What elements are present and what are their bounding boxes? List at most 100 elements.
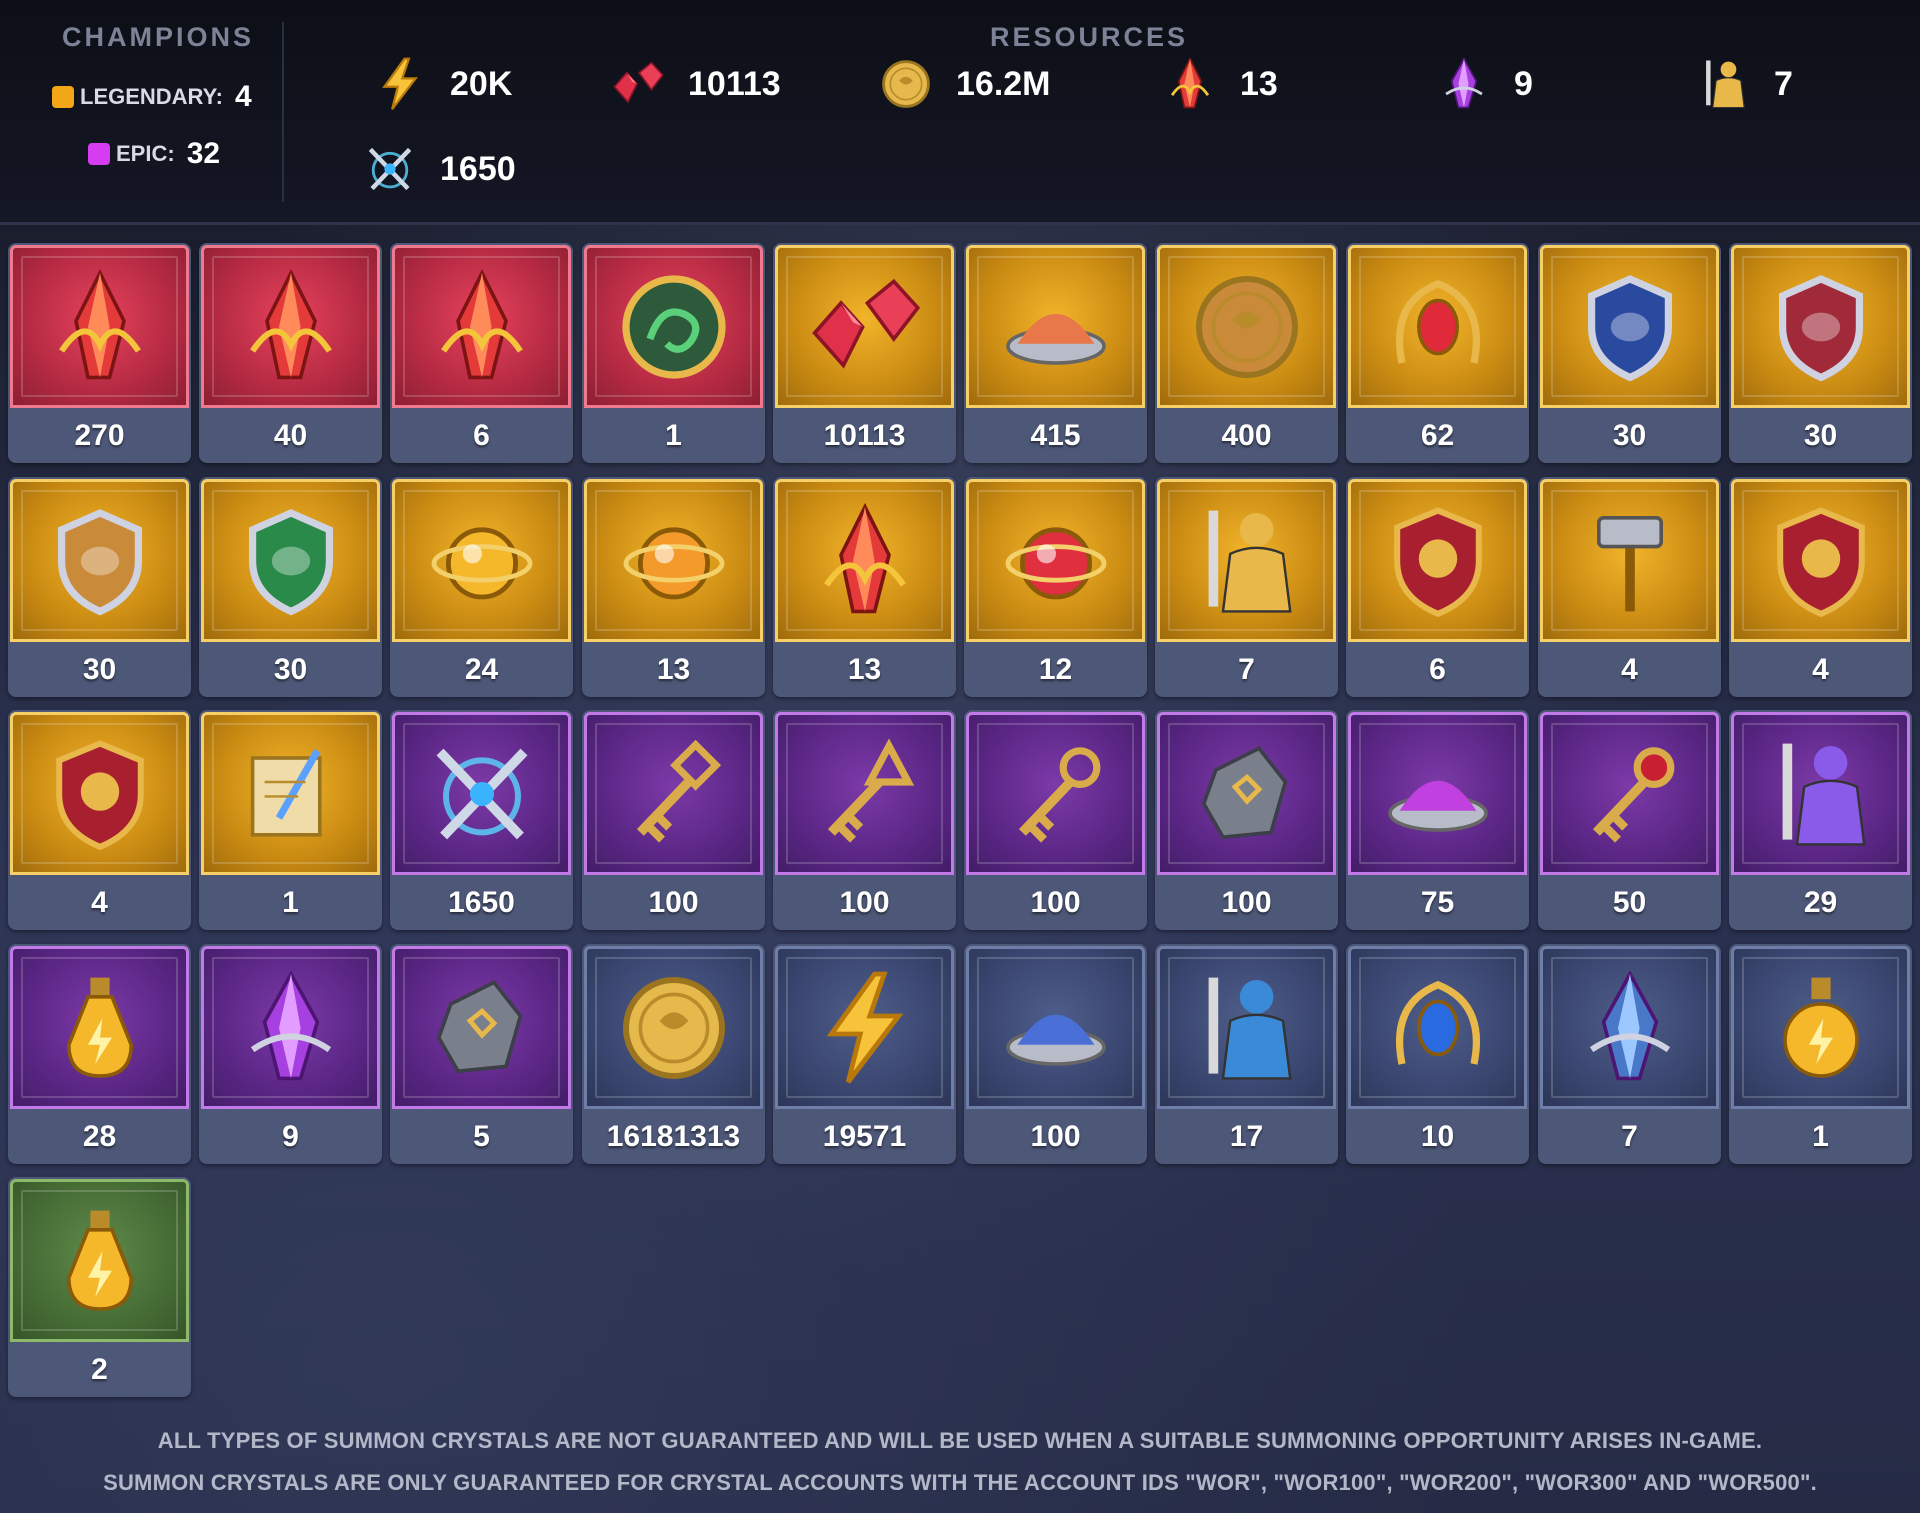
inventory-item[interactable]: 5	[390, 944, 573, 1164]
inventory-item[interactable]: 1650	[390, 710, 573, 930]
disclaimer-line-1: ALL TYPES OF SUMMON CRYSTALS ARE NOT GUA…	[157, 1428, 1763, 1453]
item-count: 12	[1038, 652, 1073, 686]
sapphire-amulet-icon	[1378, 968, 1498, 1088]
inventory-item[interactable]: 6	[390, 243, 573, 463]
item-frame	[584, 946, 763, 1109]
inventory-item[interactable]: 270	[8, 243, 191, 463]
epic-label: EPIC:	[116, 141, 175, 166]
sun-shield-crest-icon	[1378, 501, 1498, 621]
item-frame	[966, 479, 1145, 642]
inventory-item[interactable]: 100	[964, 944, 1147, 1164]
inventory-item[interactable]: 10	[1346, 944, 1529, 1164]
legendary-count: LEGENDARY: 4	[52, 80, 252, 114]
item-count: 19571	[822, 1119, 907, 1153]
silver-coin-icon	[614, 968, 734, 1088]
inventory-item[interactable]: 24	[390, 477, 573, 697]
item-frame	[1348, 946, 1527, 1109]
diamond-key-icon	[614, 734, 734, 854]
violet-dust-bowl-icon	[1378, 734, 1498, 854]
inventory-item[interactable]: 100	[1155, 710, 1338, 930]
inventory-item[interactable]: 400	[1155, 243, 1338, 463]
inventory-item[interactable]: 7	[1155, 477, 1338, 697]
item-frame	[1540, 946, 1719, 1109]
inventory-item[interactable]: 19571	[773, 944, 956, 1164]
inventory-item[interactable]: 6	[1346, 477, 1529, 697]
item-count: 75	[1420, 885, 1455, 919]
inventory-item[interactable]: 100	[964, 710, 1147, 930]
item-frame	[1731, 946, 1910, 1109]
item-count: 1650	[448, 885, 515, 919]
item-count: 7	[1238, 652, 1255, 686]
inventory-item[interactable]: 12	[964, 477, 1147, 697]
disclaimer-line-2: SUMMON CRYSTALS ARE ONLY GUARANTEED FOR …	[103, 1470, 1817, 1495]
resource-gold-champion: 7	[1696, 56, 1793, 112]
resource-value: 1650	[440, 149, 516, 188]
crossed-swords-icon	[422, 734, 542, 854]
legendary-label: LEGENDARY:	[80, 84, 223, 109]
epic-count: EPIC: 32	[88, 137, 220, 171]
item-count: 9	[282, 1119, 299, 1153]
inventory-item[interactable]: 9	[199, 944, 382, 1164]
inventory-item[interactable]: 100	[773, 710, 956, 930]
item-frame	[10, 245, 189, 408]
item-frame	[201, 245, 380, 408]
sword-shield-crest-icon	[40, 734, 160, 854]
item-count: 10	[1420, 1119, 1455, 1153]
item-count: 29	[1803, 885, 1838, 919]
strongman-crest-icon	[1761, 501, 1881, 621]
item-frame	[392, 479, 571, 642]
inventory-item[interactable]: 16181313	[582, 944, 765, 1164]
inventory-item[interactable]: 4	[8, 710, 191, 930]
item-count: 30	[273, 652, 308, 686]
inventory-item[interactable]: 415	[964, 243, 1147, 463]
item-frame	[10, 479, 189, 642]
summary-header: CHAMPIONS LEGENDARY: 4 EPIC: 32 RESOURCE…	[0, 0, 1920, 225]
round-key-icon	[996, 734, 1116, 854]
inventory-item[interactable]: 29	[1729, 710, 1912, 930]
inventory-item[interactable]: 1	[582, 243, 765, 463]
blue-dust-bowl-icon	[996, 968, 1116, 1088]
red-potion-shield-icon	[1761, 267, 1881, 387]
item-count: 13	[656, 652, 691, 686]
inventory-item[interactable]: 30	[1538, 243, 1721, 463]
inventory-item[interactable]: 75	[1346, 710, 1529, 930]
resource-ruby-gems: 10113	[610, 56, 781, 112]
inventory-item[interactable]: 30	[199, 477, 382, 697]
item-count: 30	[82, 652, 117, 686]
inventory-item[interactable]: 30	[1729, 243, 1912, 463]
inventory-item[interactable]: 4	[1538, 477, 1721, 697]
item-frame	[584, 245, 763, 408]
scroll-quill-icon	[231, 734, 351, 854]
inventory-item[interactable]: 100	[582, 710, 765, 930]
ember-dust-bowl-icon	[996, 267, 1116, 387]
item-frame	[1157, 245, 1336, 408]
inventory-item[interactable]: 7	[1538, 944, 1721, 1164]
inventory-item[interactable]: 17	[1155, 944, 1338, 1164]
ruby-gems-icon	[805, 267, 925, 387]
inventory-item[interactable]: 62	[1346, 243, 1529, 463]
item-count: 28	[82, 1119, 117, 1153]
item-count: 4	[91, 885, 108, 919]
gold-potion-shield-icon	[40, 501, 160, 621]
item-frame	[10, 712, 189, 875]
inventory-item[interactable]: 1	[199, 710, 382, 930]
item-frame	[1540, 479, 1719, 642]
inventory-item[interactable]: 10113	[773, 243, 956, 463]
inventory-item[interactable]: 50	[1538, 710, 1721, 930]
energy-bolt-icon	[372, 56, 428, 112]
inventory-item[interactable]: 40	[199, 243, 382, 463]
item-count: 16181313	[606, 1119, 741, 1153]
item-count: 100	[1030, 885, 1081, 919]
inventory-item[interactable]: 4	[1729, 477, 1912, 697]
inventory-item[interactable]: 1	[1729, 944, 1912, 1164]
inventory-item[interactable]: 13	[582, 477, 765, 697]
inventory-item[interactable]: 30	[8, 477, 191, 697]
inventory-item[interactable]: 13	[773, 477, 956, 697]
item-count: 5	[473, 1119, 490, 1153]
inventory-item[interactable]: 28	[8, 944, 191, 1164]
inventory-item[interactable]: 2	[8, 1177, 191, 1397]
item-count: 40	[273, 418, 308, 452]
item-count: 2	[91, 1352, 108, 1386]
small-potion-icon	[40, 1201, 160, 1321]
item-count: 30	[1803, 418, 1838, 452]
